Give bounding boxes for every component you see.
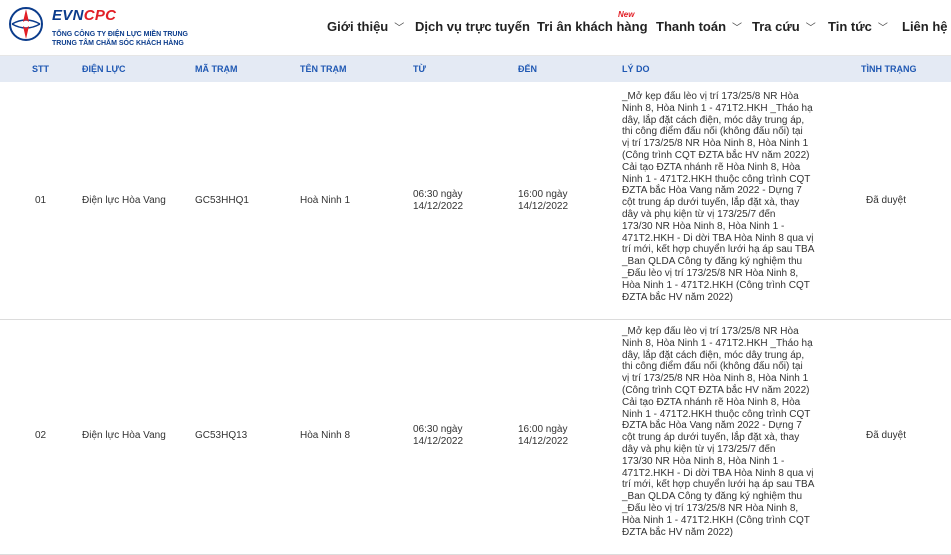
cell-ly-do: _Mở kẹp đấu lèo vị trí 173/25/8 NR Hòa N… <box>622 326 815 538</box>
chevron-down-icon: ﹀ <box>394 23 405 34</box>
cell-tu-time: 06:30 ngày <box>413 189 463 200</box>
cell-stt: 01 <box>35 195 47 206</box>
cell-den-time: 16:00 ngày <box>518 189 568 200</box>
cell-stt: 02 <box>35 430 47 441</box>
status-badge: Đã duyệt <box>866 195 907 206</box>
nav-label: Thanh toán <box>656 19 727 34</box>
main-nav: Giới thiệu ﹀ Dịch vụ trực tuyến New Tri â… <box>0 0 951 56</box>
nav-item-dich-vu-truc-tuyen[interactable]: Dịch vụ trực tuyến <box>415 19 530 34</box>
nav-label: Tri ân khách hàng <box>537 19 648 34</box>
col-header-stt[interactable]: STT <box>32 64 49 74</box>
col-header-ma-tram[interactable]: MÃ TRẠM <box>195 64 238 74</box>
nav-item-tri-an-khach-hang[interactable]: Tri ân khách hàng <box>537 19 648 34</box>
nav-item-gioi-thieu[interactable]: Giới thiệu ﹀ <box>327 19 404 34</box>
table-header: STT ĐIỆN LỰC MÃ TRẠM TÊN TRẠM TỪ ĐẾN LÝ … <box>0 56 951 82</box>
nav-item-tin-tuc[interactable]: Tin tức ﹀ <box>828 19 888 34</box>
nav-label: Tin tức <box>828 19 872 34</box>
cell-tu-time: 06:30 ngày <box>413 424 463 435</box>
col-header-tu[interactable]: TỪ <box>413 64 426 74</box>
cell-tu-date: 14/12/2022 <box>413 436 464 447</box>
nav-item-thanh-toan[interactable]: Thanh toán ﹀ <box>656 19 742 34</box>
cell-ly-do: _Mở kẹp đấu lèo vị trí 173/25/8 NR Hòa N… <box>622 91 815 303</box>
nav-label: Dịch vụ trực tuyến <box>415 19 530 34</box>
col-header-ly-do[interactable]: LÝ DO <box>622 64 650 74</box>
cell-dien-luc: Điện lực Hòa Vang <box>82 430 166 441</box>
chevron-down-icon: ﹀ <box>732 23 743 34</box>
cell-den-time: 16:00 ngày <box>518 424 568 435</box>
cell-den-date: 14/12/2022 <box>518 436 569 447</box>
chevron-down-icon: ﹀ <box>877 23 888 34</box>
cell-ten-tram: Hoà Ninh 1 <box>300 195 351 206</box>
site-header: EVNCPC TỔNG CÔNG TY ĐIỆN LỰC MIỀN TRUNG … <box>0 0 951 56</box>
cell-tu-date: 14/12/2022 <box>413 201 464 212</box>
table-row: 02 Điện lực Hòa Vang GC53HQ13 Hòa Ninh 8… <box>0 320 951 555</box>
cell-den-date: 14/12/2022 <box>518 201 569 212</box>
col-header-ten-tram[interactable]: TÊN TRẠM <box>300 64 347 74</box>
cell-ma-tram: GC53HHQ1 <box>195 195 249 206</box>
col-header-dien-luc[interactable]: ĐIỆN LỰC <box>82 64 125 74</box>
chevron-down-icon: ﹀ <box>805 23 816 34</box>
col-header-den[interactable]: ĐẾN <box>518 64 537 74</box>
nav-item-lien-he[interactable]: Liên hệ <box>902 19 948 34</box>
nav-label: Giới thiệu <box>327 19 389 34</box>
status-badge: Đã duyệt <box>866 430 907 441</box>
new-badge: New <box>618 10 635 19</box>
col-header-tinh-trang[interactable]: TÌNH TRẠNG <box>861 64 917 74</box>
nav-item-tra-cuu[interactable]: Tra cứu ﹀ <box>752 19 816 34</box>
cell-ten-tram: Hòa Ninh 8 <box>300 430 351 441</box>
cell-ma-tram: GC53HQ13 <box>195 430 248 441</box>
nav-label: Liên hệ <box>902 19 948 34</box>
cell-dien-luc: Điện lực Hòa Vang <box>82 195 166 206</box>
nav-label: Tra cứu <box>752 19 800 34</box>
table-row: 01 Điện lực Hòa Vang GC53HHQ1 Hoà Ninh 1… <box>0 82 951 320</box>
